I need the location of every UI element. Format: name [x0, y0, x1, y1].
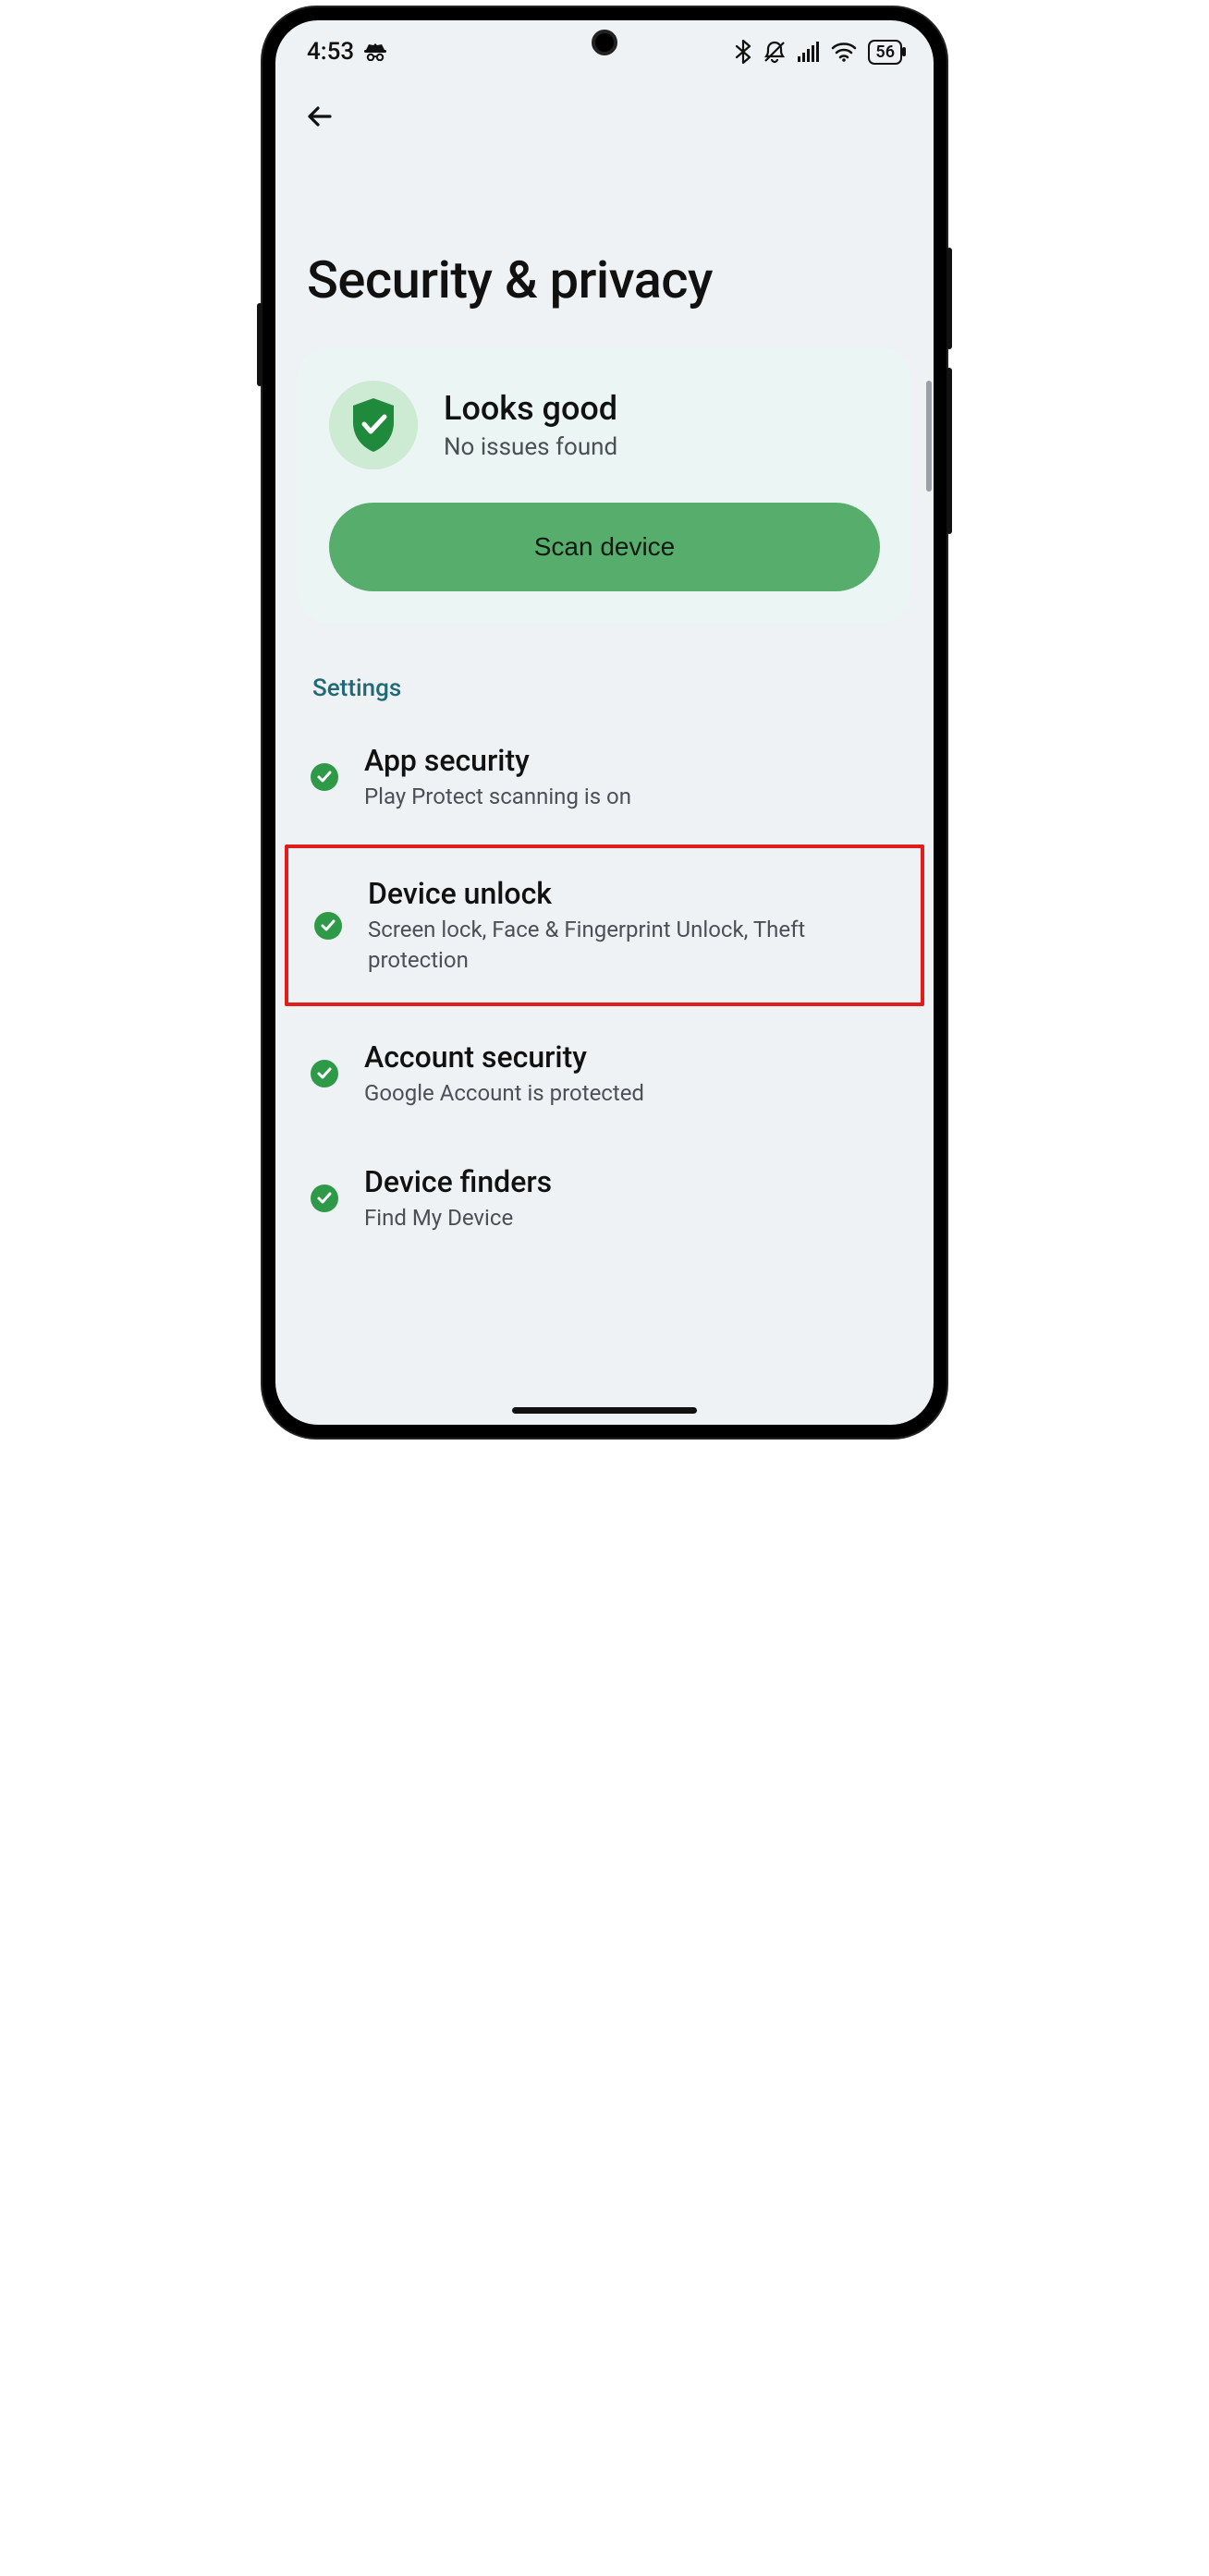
battery-level: 56 — [875, 43, 895, 62]
setting-desc: Play Protect scanning is on — [364, 782, 631, 811]
setting-desc: Find My Device — [364, 1203, 552, 1233]
wifi-icon — [831, 42, 857, 62]
screen: 4:53 — [275, 20, 934, 1425]
status-sub: No issues found — [444, 433, 617, 461]
security-status-card: Looks good No issues found Scan device — [298, 347, 911, 623]
back-button[interactable] — [298, 94, 342, 139]
setting-desc: Google Account is protected — [364, 1078, 644, 1108]
side-button — [946, 248, 952, 349]
scroll-indicator[interactable] — [926, 381, 932, 492]
front-camera — [592, 30, 617, 55]
side-button — [946, 368, 952, 534]
setting-title: Account security — [364, 1039, 644, 1075]
check-circle-icon — [311, 1185, 338, 1212]
setting-title: App security — [364, 743, 631, 778]
setting-item-device-finders[interactable]: Device finders Find My Device — [285, 1136, 924, 1260]
scan-device-button[interactable]: Scan device — [329, 503, 880, 591]
phone-frame: 4:53 — [263, 7, 946, 1438]
setting-item-device-unlock[interactable]: Device unlock Screen lock, Face & Fingerp… — [288, 848, 921, 1002]
check-circle-icon — [314, 912, 342, 940]
setting-title: Device unlock — [368, 876, 895, 911]
signal-icon — [798, 42, 820, 62]
app-bar — [275, 72, 934, 139]
nav-pill[interactable] — [512, 1407, 697, 1414]
page-title: Security & privacy — [275, 139, 934, 347]
bluetooth-icon — [735, 40, 751, 64]
vibrate-icon — [763, 40, 787, 64]
setting-desc: Screen lock, Face & Fingerprint Unlock, … — [368, 915, 895, 975]
check-circle-icon — [311, 763, 338, 791]
setting-title: Device finders — [364, 1164, 552, 1199]
setting-item-app-security[interactable]: App security Play Protect scanning is on — [285, 715, 924, 839]
check-circle-icon — [311, 1060, 338, 1088]
arrow-back-icon — [304, 101, 336, 132]
side-button — [257, 303, 263, 386]
settings-list: App security Play Protect scanning is on D… — [275, 710, 934, 1260]
highlight-annotation: Device unlock Screen lock, Face & Fingerp… — [285, 844, 924, 1006]
status-time: 4:53 — [307, 38, 354, 66]
incognito-icon — [363, 43, 387, 61]
section-label-settings: Settings — [275, 623, 934, 710]
battery-indicator: 56 — [868, 40, 902, 65]
status-heading: Looks good — [444, 389, 617, 428]
shield-check-icon — [329, 381, 418, 469]
setting-item-account-security[interactable]: Account securityGoogle Account is protec… — [285, 1012, 924, 1136]
